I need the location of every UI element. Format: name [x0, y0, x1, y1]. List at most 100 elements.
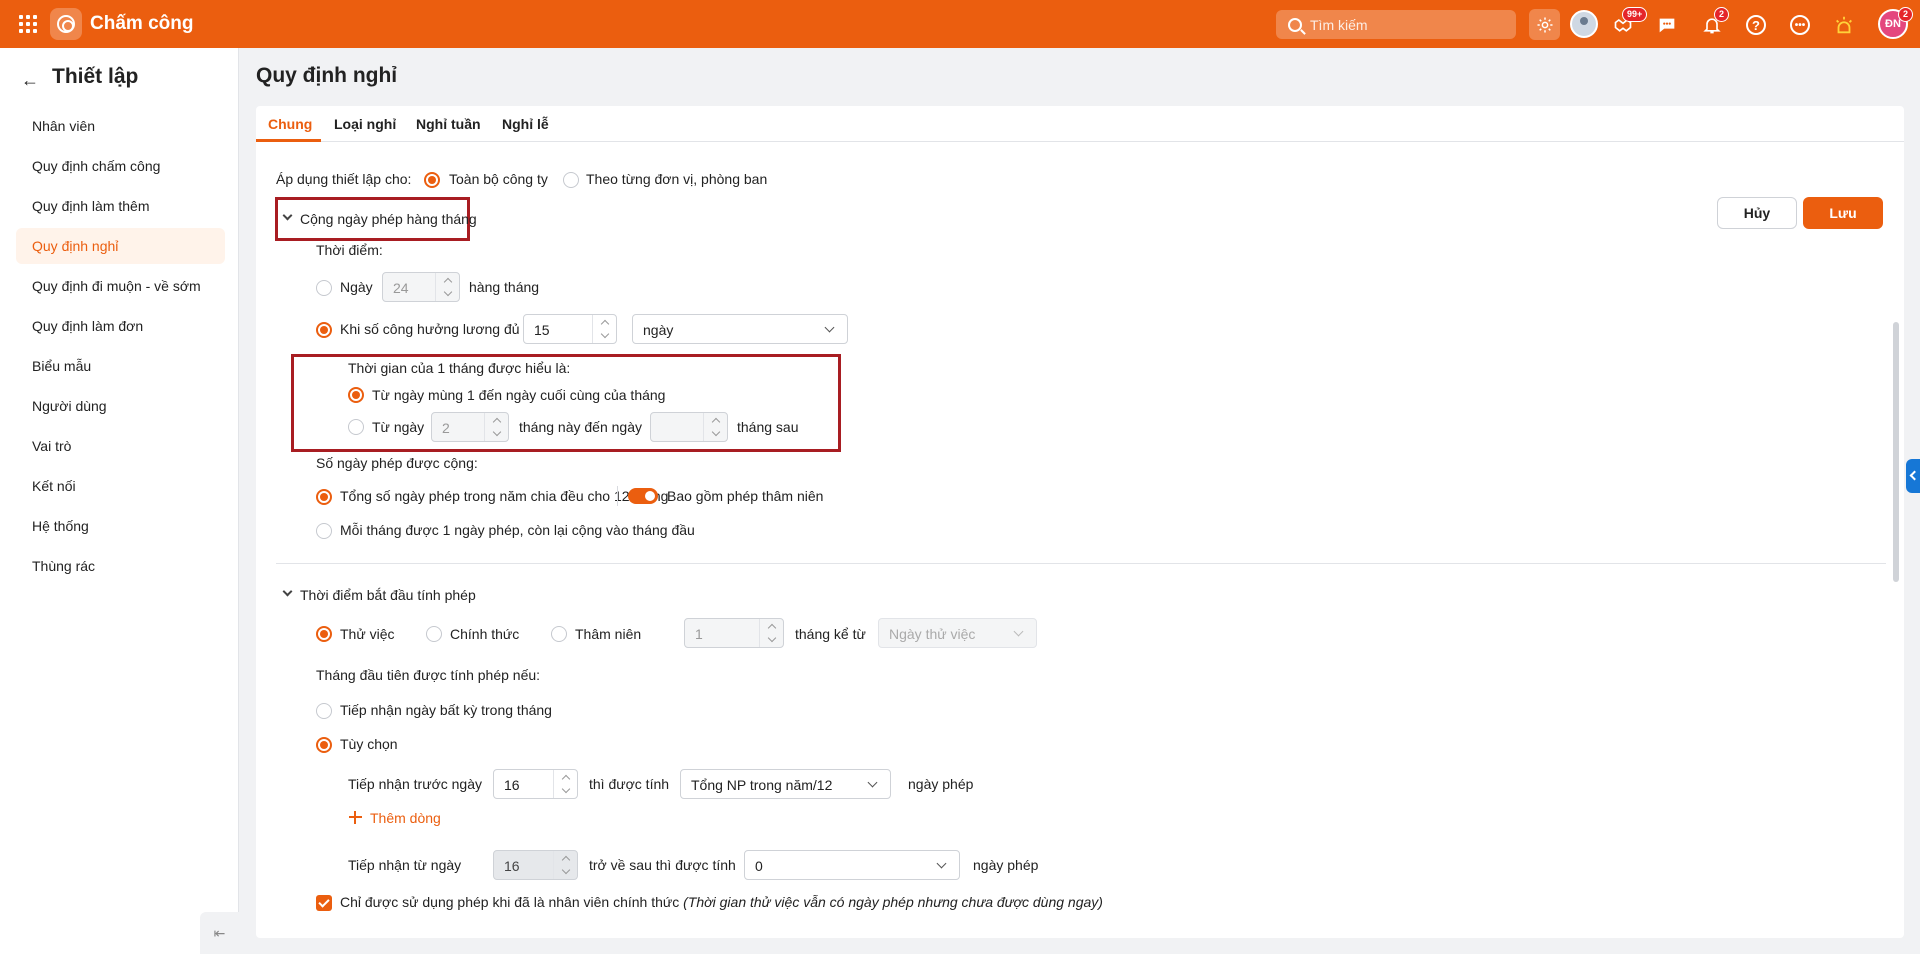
stepper-arrows-icon[interactable]: [484, 413, 508, 441]
sidebar: ← Thiết lập Nhân viên Quy định chấm công…: [0, 48, 239, 954]
apply-unit-radio[interactable]: [563, 172, 579, 188]
month-def-start-stepper[interactable]: 2: [431, 412, 509, 442]
from-select[interactable]: Ngày thử việc: [878, 618, 1037, 648]
month-def-opt1-radio[interactable]: [348, 387, 364, 403]
day-option-radio[interactable]: [316, 280, 332, 296]
sidebar-item-employees[interactable]: Nhân viên: [16, 108, 225, 144]
search-input[interactable]: [1310, 16, 1500, 33]
tab-general[interactable]: Chung: [268, 116, 312, 132]
custom-label[interactable]: Tùy chọn: [340, 736, 398, 752]
sidebar-item-trash[interactable]: Thùng rác: [16, 548, 225, 584]
day-option-label[interactable]: Ngày: [340, 279, 373, 295]
start-section-title[interactable]: Thời điểm bắt đầu tính phép: [300, 587, 476, 603]
tab-leave-types[interactable]: Loại nghỉ: [334, 116, 396, 132]
seniority-stepper-value: 1: [695, 626, 703, 642]
days-opt2-label[interactable]: Mỗi tháng được 1 ngày phép, còn lại cộng…: [340, 522, 695, 538]
sidebar-item-roles[interactable]: Vai trò: [16, 428, 225, 464]
official-label[interactable]: Chính thức: [450, 626, 519, 642]
month-def-opt2-prefix[interactable]: Từ ngày: [372, 419, 424, 435]
day-stepper[interactable]: 24: [382, 272, 460, 302]
tab-holidays[interactable]: Nghỉ lễ: [502, 116, 549, 132]
cancel-button[interactable]: Hủy: [1717, 197, 1797, 229]
month-def-start-value: 2: [442, 420, 450, 436]
seniority-label[interactable]: Thâm niên: [575, 626, 641, 642]
month-def-end-stepper[interactable]: [650, 412, 728, 442]
sidebar-item-late-early-rules[interactable]: Quy định đi muộn - về sớm: [16, 268, 225, 304]
days-added-label: Số ngày phép được cộng:: [316, 455, 478, 471]
any-day-radio[interactable]: [316, 703, 332, 719]
leave-days-label-2: ngày phép: [973, 857, 1039, 873]
counted-select[interactable]: Tổng NP trong năm/12: [680, 769, 891, 799]
official-only-text: Chỉ được sử dụng phép khi đã là nhân viê…: [340, 894, 680, 910]
seniority-stepper[interactable]: 1: [684, 618, 784, 648]
lamp-icon[interactable]: [1829, 10, 1859, 40]
from-stepper[interactable]: 16: [493, 850, 578, 880]
after-label: trở về sau thì được tính: [589, 857, 736, 873]
sidebar-item-users[interactable]: Người dùng: [16, 388, 225, 424]
apply-company-radio[interactable]: [424, 172, 440, 188]
days-opt1-radio[interactable]: [316, 489, 332, 505]
sidebar-item-system[interactable]: Hệ thống: [16, 508, 225, 544]
stepper-arrows-icon[interactable]: [759, 619, 783, 647]
seniority-toggle[interactable]: [628, 488, 658, 504]
stepper-arrows-icon[interactable]: [703, 413, 727, 441]
side-panel-toggle-icon[interactable]: [1906, 459, 1920, 493]
chevron-down-icon[interactable]: [282, 586, 293, 597]
stepper-arrows-icon[interactable]: [553, 851, 577, 879]
stepper-arrows-icon[interactable]: [553, 770, 577, 798]
help-icon[interactable]: ?: [1741, 10, 1771, 40]
plus-icon[interactable]: [349, 811, 362, 824]
sidebar-item-attendance-rules[interactable]: Quy định chấm công: [16, 148, 225, 184]
official-only-label[interactable]: Chỉ được sử dụng phép khi đã là nhân viê…: [340, 894, 1103, 910]
stepper-arrows-icon[interactable]: [435, 273, 459, 301]
chat-icon[interactable]: [1652, 10, 1682, 40]
general-tab-content: Áp dụng thiết lập cho: Toàn bộ công ty T…: [256, 142, 1904, 938]
month-def-mid: tháng này đến ngày: [519, 419, 642, 435]
tab-weekly-off[interactable]: Nghỉ tuần: [416, 116, 481, 132]
profile-avatar-icon[interactable]: [1570, 10, 1598, 38]
collapse-sidebar-icon[interactable]: ⇤: [200, 912, 239, 954]
when-stepper[interactable]: 15: [523, 314, 617, 344]
sidebar-item-leave-rules[interactable]: Quy định nghỉ: [16, 228, 225, 264]
gear-icon[interactable]: [1529, 9, 1560, 40]
stepper-arrows-icon[interactable]: [592, 315, 616, 343]
probation-label[interactable]: Thử việc: [340, 626, 395, 642]
when-option-radio[interactable]: [316, 322, 332, 338]
probation-radio[interactable]: [316, 626, 332, 642]
sidebar-item-connections[interactable]: Kết nối: [16, 468, 225, 504]
apply-company-label[interactable]: Toàn bộ công ty: [449, 171, 548, 187]
sidebar-item-overtime-rules[interactable]: Quy định làm thêm: [16, 188, 225, 224]
scrollbar[interactable]: [1893, 322, 1899, 582]
sidebar-item-request-rules[interactable]: Quy định làm đơn: [16, 308, 225, 344]
any-day-label[interactable]: Tiếp nhận ngày bất kỳ trong tháng: [340, 702, 552, 718]
custom-radio[interactable]: [316, 737, 332, 753]
search-box[interactable]: [1276, 10, 1516, 39]
monthly-section-title[interactable]: Cộng ngày phép hàng tháng: [300, 211, 477, 227]
days-opt2-radio[interactable]: [316, 523, 332, 539]
official-only-checkbox[interactable]: [316, 895, 332, 911]
before-stepper[interactable]: 16: [493, 769, 578, 799]
user-avatar[interactable]: ĐN 2: [1878, 7, 1914, 39]
more-icon[interactable]: •••: [1785, 10, 1815, 40]
after-select[interactable]: 0: [744, 850, 960, 880]
days-opt1-label[interactable]: Tổng số ngày phép trong năm chia đều cho…: [340, 488, 668, 504]
when-option-label[interactable]: Khi số công hưởng lương đủ: [340, 321, 520, 337]
sidebar-item-forms[interactable]: Biểu mẫu: [16, 348, 225, 384]
search-icon: [1288, 17, 1302, 32]
bell-badge: 2: [1714, 7, 1730, 22]
from-select-value: Ngày thử việc: [889, 626, 976, 642]
chevron-down-icon: [867, 777, 878, 788]
seniority-radio[interactable]: [551, 626, 567, 642]
add-row-button[interactable]: Thêm dòng: [370, 810, 441, 826]
when-unit-select[interactable]: ngày: [632, 314, 848, 344]
back-arrow-icon[interactable]: ←: [21, 70, 39, 91]
handshake-icon[interactable]: 99+: [1608, 7, 1648, 40]
chevron-down-icon: [1013, 626, 1024, 637]
save-button[interactable]: Lưu: [1803, 197, 1883, 229]
apply-unit-label[interactable]: Theo từng đơn vị, phòng ban: [586, 171, 767, 187]
month-def-opt2-radio[interactable]: [348, 419, 364, 435]
month-def-opt1-label[interactable]: Từ ngày mùng 1 đến ngày cuối cùng của th…: [372, 387, 665, 403]
bell-icon[interactable]: 2: [1697, 7, 1730, 40]
apps-grid-icon[interactable]: [19, 15, 37, 33]
official-radio[interactable]: [426, 626, 442, 642]
